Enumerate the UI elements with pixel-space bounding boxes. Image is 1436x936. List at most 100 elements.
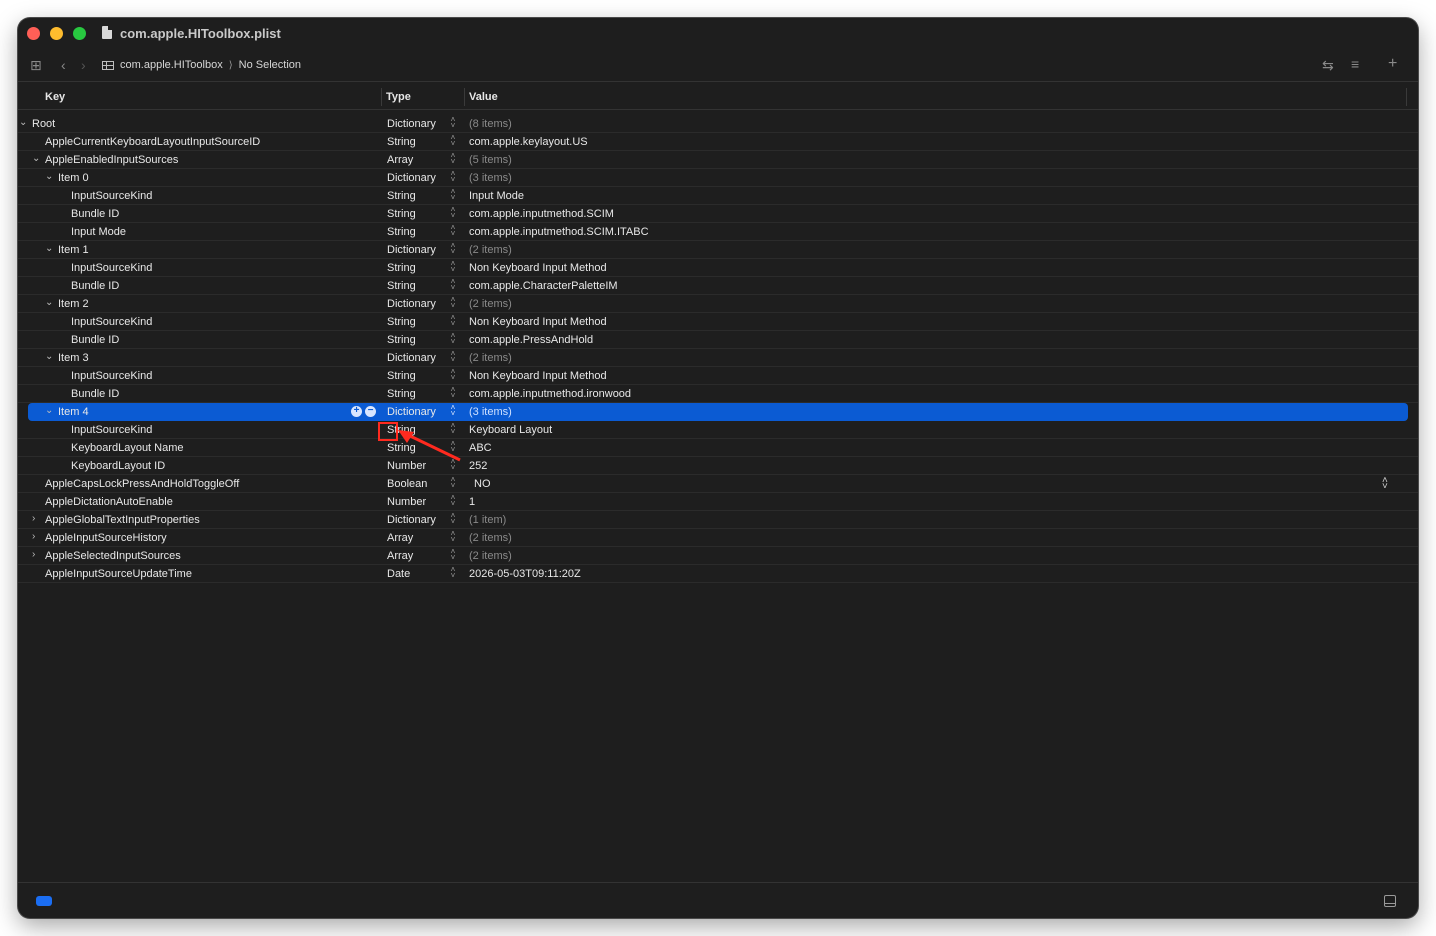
- row-key[interactable]: Item 3: [58, 352, 89, 364]
- minimize-window-button[interactable]: [50, 27, 63, 40]
- disclosure-closed-icon[interactable]: ›: [32, 531, 35, 542]
- tag-icon[interactable]: [36, 896, 52, 906]
- type-stepper-icon[interactable]: ˄ ˅: [449, 314, 457, 328]
- disclosure-open-icon[interactable]: ⌄: [19, 117, 27, 128]
- type-stepper-icon[interactable]: ˄ ˅: [449, 260, 457, 274]
- row-key[interactable]: AppleEnabledInputSources: [45, 154, 178, 166]
- outline-row[interactable]: › AppleInputSourceHistory Array ˄ ˅ (2 items): [18, 529, 1418, 547]
- row-value[interactable]: Non Keyboard Input Method: [469, 370, 607, 382]
- row-value[interactable]: Non Keyboard Input Method: [469, 316, 607, 328]
- row-key[interactable]: KeyboardLayout ID: [71, 460, 165, 472]
- row-type[interactable]: Array: [387, 532, 413, 544]
- lines-icon[interactable]: ≡: [1351, 57, 1359, 71]
- row-key[interactable]: AppleSelectedInputSources: [45, 550, 181, 562]
- outline-row[interactable]: InputSourceKind String ˄ ˅ Non Keyboard Inpu…: [18, 259, 1418, 277]
- row-value[interactable]: (5 items): [469, 154, 512, 166]
- row-key[interactable]: Item 1: [58, 244, 89, 256]
- value-column-header[interactable]: Value: [469, 91, 498, 103]
- type-stepper-icon[interactable]: ˄ ˅: [449, 242, 457, 256]
- row-key[interactable]: AppleInputSourceHistory: [45, 532, 167, 544]
- swap-icon[interactable]: ⇆: [1322, 58, 1334, 72]
- outline-row[interactable]: InputSourceKind String ˄ ˅ Non Keyboard Inpu…: [18, 313, 1418, 331]
- outline-row[interactable]: › AppleSelectedInputSources Array ˄ ˅ (2 item…: [18, 547, 1418, 565]
- row-key[interactable]: AppleCapsLockPressAndHoldToggleOff: [45, 478, 239, 490]
- row-type[interactable]: Boolean: [387, 478, 427, 490]
- row-value[interactable]: 1: [469, 496, 475, 508]
- type-stepper-icon[interactable]: ˄ ˅: [449, 368, 457, 382]
- row-value[interactable]: com.apple.PressAndHold: [469, 334, 593, 346]
- column-divider[interactable]: [1406, 88, 1407, 106]
- row-value[interactable]: (2 items): [469, 532, 512, 544]
- close-window-button[interactable]: [27, 27, 40, 40]
- disclosure-closed-icon[interactable]: ›: [32, 513, 35, 524]
- row-key[interactable]: Bundle ID: [71, 334, 119, 346]
- outline-row[interactable]: ⌄ Item 1 Dictionary ˄ ˅ (2 items): [18, 241, 1418, 259]
- type-stepper-icon[interactable]: ˄ ˅: [449, 152, 457, 166]
- type-stepper-icon[interactable]: ˄ ˅: [449, 134, 457, 148]
- row-key[interactable]: InputSourceKind: [71, 316, 152, 328]
- row-type[interactable]: String: [387, 190, 416, 202]
- breadcrumb-selection[interactable]: No Selection: [239, 59, 301, 71]
- row-type[interactable]: Dictionary: [387, 514, 436, 526]
- type-stepper-icon[interactable]: ˄ ˅: [449, 296, 457, 310]
- row-value[interactable]: com.apple.CharacterPaletteIM: [469, 280, 618, 292]
- row-value[interactable]: com.apple.inputmethod.ironwood: [469, 388, 631, 400]
- row-value[interactable]: com.apple.inputmethod.SCIM: [469, 208, 614, 220]
- row-type[interactable]: String: [387, 388, 416, 400]
- row-value[interactable]: (8 items): [469, 118, 512, 130]
- row-key[interactable]: InputSourceKind: [71, 370, 152, 382]
- row-value[interactable]: (3 items): [469, 406, 512, 418]
- row-key[interactable]: KeyboardLayout Name: [71, 442, 184, 454]
- type-stepper-icon[interactable]: ˄ ˅: [449, 476, 457, 490]
- row-type[interactable]: Dictionary: [387, 352, 436, 364]
- row-key[interactable]: AppleCurrentKeyboardLayoutInputSourceID: [45, 136, 260, 148]
- type-stepper-icon[interactable]: ˄ ˅: [449, 494, 457, 508]
- maximize-window-button[interactable]: [73, 27, 86, 40]
- type-stepper-icon[interactable]: ˄ ˅: [449, 512, 457, 526]
- type-stepper-icon[interactable]: ˄ ˅: [449, 170, 457, 184]
- disclosure-open-icon[interactable]: ⌄: [32, 153, 40, 164]
- type-stepper-icon[interactable]: ˄ ˅: [449, 188, 457, 202]
- row-key[interactable]: Input Mode: [71, 226, 126, 238]
- row-type[interactable]: String: [387, 208, 416, 220]
- type-stepper-icon[interactable]: ˄ ˅: [449, 386, 457, 400]
- row-value[interactable]: ABC: [469, 442, 492, 454]
- row-key[interactable]: Item 2: [58, 298, 89, 310]
- row-value[interactable]: (2 items): [469, 298, 512, 310]
- type-stepper-icon[interactable]: ˄ ˅: [449, 278, 457, 292]
- row-value[interactable]: Input Mode: [469, 190, 524, 202]
- type-stepper-icon[interactable]: ˄ ˅: [449, 350, 457, 364]
- disclosure-open-icon[interactable]: ⌄: [45, 171, 53, 182]
- type-stepper-icon[interactable]: ˄ ˅: [449, 530, 457, 544]
- row-value[interactable]: Keyboard Layout: [469, 424, 552, 436]
- row-value[interactable]: Non Keyboard Input Method: [469, 262, 607, 274]
- row-value[interactable]: (2 items): [469, 244, 512, 256]
- outline-row[interactable]: AppleCurrentKeyboardLayoutInputSourceID S…: [18, 133, 1418, 151]
- outline-row[interactable]: ⌄ AppleEnabledInputSources Array ˄ ˅ (5 items…: [18, 151, 1418, 169]
- row-value[interactable]: (2 items): [469, 352, 512, 364]
- row-value[interactable]: (2 items): [469, 550, 512, 562]
- row-value[interactable]: (1 item): [469, 514, 506, 526]
- outline-row[interactable]: ⌄ Item 4 + − Dictionary ˄ ˅ (3 items): [28, 403, 1408, 421]
- row-key[interactable]: AppleGlobalTextInputProperties: [45, 514, 200, 526]
- type-stepper-icon[interactable]: ˄ ˅: [449, 224, 457, 238]
- row-value[interactable]: com.apple.keylayout.US: [469, 136, 588, 148]
- row-key[interactable]: InputSourceKind: [71, 190, 152, 202]
- disclosure-open-icon[interactable]: ⌄: [45, 351, 53, 362]
- outline-row[interactable]: AppleInputSourceUpdateTime Date ˄ ˅ 2026-05-…: [18, 565, 1418, 583]
- outline-row[interactable]: ⌄ Item 3 Dictionary ˄ ˅ (2 items): [18, 349, 1418, 367]
- row-type[interactable]: String: [387, 334, 416, 346]
- outline-row[interactable]: ⌄ Root Dictionary ˄ ˅ (8 items): [18, 115, 1418, 133]
- row-type[interactable]: String: [387, 226, 416, 238]
- row-type[interactable]: Array: [387, 550, 413, 562]
- row-key[interactable]: InputSourceKind: [71, 424, 152, 436]
- outline-row[interactable]: Input Mode String ˄ ˅ com.apple.inputmethod.…: [18, 223, 1418, 241]
- outline-row[interactable]: › AppleGlobalTextInputProperties Dictionar…: [18, 511, 1418, 529]
- key-column-header[interactable]: Key: [45, 91, 65, 103]
- outline-row[interactable]: InputSourceKind String ˄ ˅ Keyboard Layout: [18, 421, 1418, 439]
- row-key[interactable]: Root: [32, 118, 55, 130]
- row-type[interactable]: String: [387, 280, 416, 292]
- forward-icon[interactable]: ›: [81, 58, 86, 72]
- row-type[interactable]: String: [387, 316, 416, 328]
- row-type[interactable]: Dictionary: [387, 298, 436, 310]
